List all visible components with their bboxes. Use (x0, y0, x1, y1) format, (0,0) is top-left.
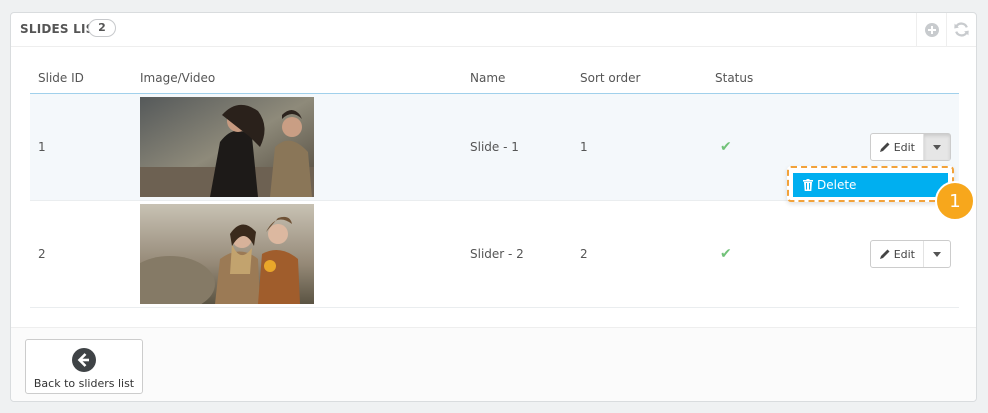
slides-count-badge: 2 (88, 19, 116, 37)
table-header-row: Slide ID Image/Video Name Sort order Sta… (30, 63, 959, 94)
header-toolbar (916, 13, 976, 46)
refresh-icon (954, 22, 969, 37)
col-name[interactable]: Name (462, 63, 572, 94)
slide-name-cell: Slider - 2 (462, 200, 572, 308)
col-actions (817, 63, 959, 94)
table-row[interactable]: 2 Slider - 2 2 ✔ Edit (30, 200, 959, 308)
actions-dropdown-menu: Delete (787, 166, 954, 202)
actions-dropdown-toggle[interactable] (924, 134, 950, 160)
action-cell: Edit (817, 200, 959, 308)
row-actions-split-button: Edit (869, 133, 951, 161)
slides-panel: SLIDES LIST 2 Slide ID Image/Video Name … (10, 12, 977, 402)
row-actions-split-button: Edit (869, 240, 951, 268)
back-to-sliders-button[interactable]: Back to sliders list (25, 339, 143, 394)
col-slide-id[interactable]: Slide ID (30, 63, 132, 94)
slide-name-cell: Slide - 1 (462, 93, 572, 201)
sort-order-cell: 2 (572, 200, 707, 308)
chevron-down-icon (933, 144, 941, 150)
panel-footer: Back to sliders list (11, 327, 976, 401)
slide-image-cell (132, 93, 462, 201)
slide-thumbnail-image[interactable] (140, 97, 314, 197)
delete-label: Delete (817, 178, 857, 192)
slide-id-cell: 2 (30, 200, 132, 308)
sort-order-cell: 1 (572, 93, 707, 201)
refresh-button[interactable] (946, 13, 976, 46)
arrow-left-circle-icon (72, 348, 96, 372)
edit-label: Edit (893, 140, 915, 154)
slide-thumbnail-image[interactable] (140, 204, 314, 304)
col-image-video[interactable]: Image/Video (132, 63, 462, 94)
check-icon[interactable]: ✔ (720, 139, 732, 155)
trash-icon (803, 179, 813, 191)
actions-dropdown-toggle[interactable] (924, 241, 950, 267)
col-status[interactable]: Status (707, 63, 817, 94)
edit-button[interactable]: Edit (871, 134, 924, 160)
status-cell[interactable]: ✔ (707, 200, 817, 308)
panel-header: SLIDES LIST 2 (11, 13, 976, 47)
pencil-icon (879, 142, 890, 152)
col-sort-order[interactable]: Sort order (572, 63, 707, 94)
edit-button[interactable]: Edit (871, 241, 924, 267)
chevron-down-icon (933, 251, 941, 257)
back-button-label: Back to sliders list (33, 377, 135, 390)
step-number-badge: 1 (935, 181, 975, 221)
edit-label: Edit (893, 247, 915, 261)
check-icon[interactable]: ✔ (720, 246, 732, 262)
delete-menu-item[interactable]: Delete (793, 173, 948, 197)
plus-circle-icon (924, 22, 939, 37)
pencil-icon (879, 249, 890, 259)
add-new-button[interactable] (916, 13, 946, 46)
slide-id-cell: 1 (30, 93, 132, 201)
slide-image-cell (132, 200, 462, 308)
